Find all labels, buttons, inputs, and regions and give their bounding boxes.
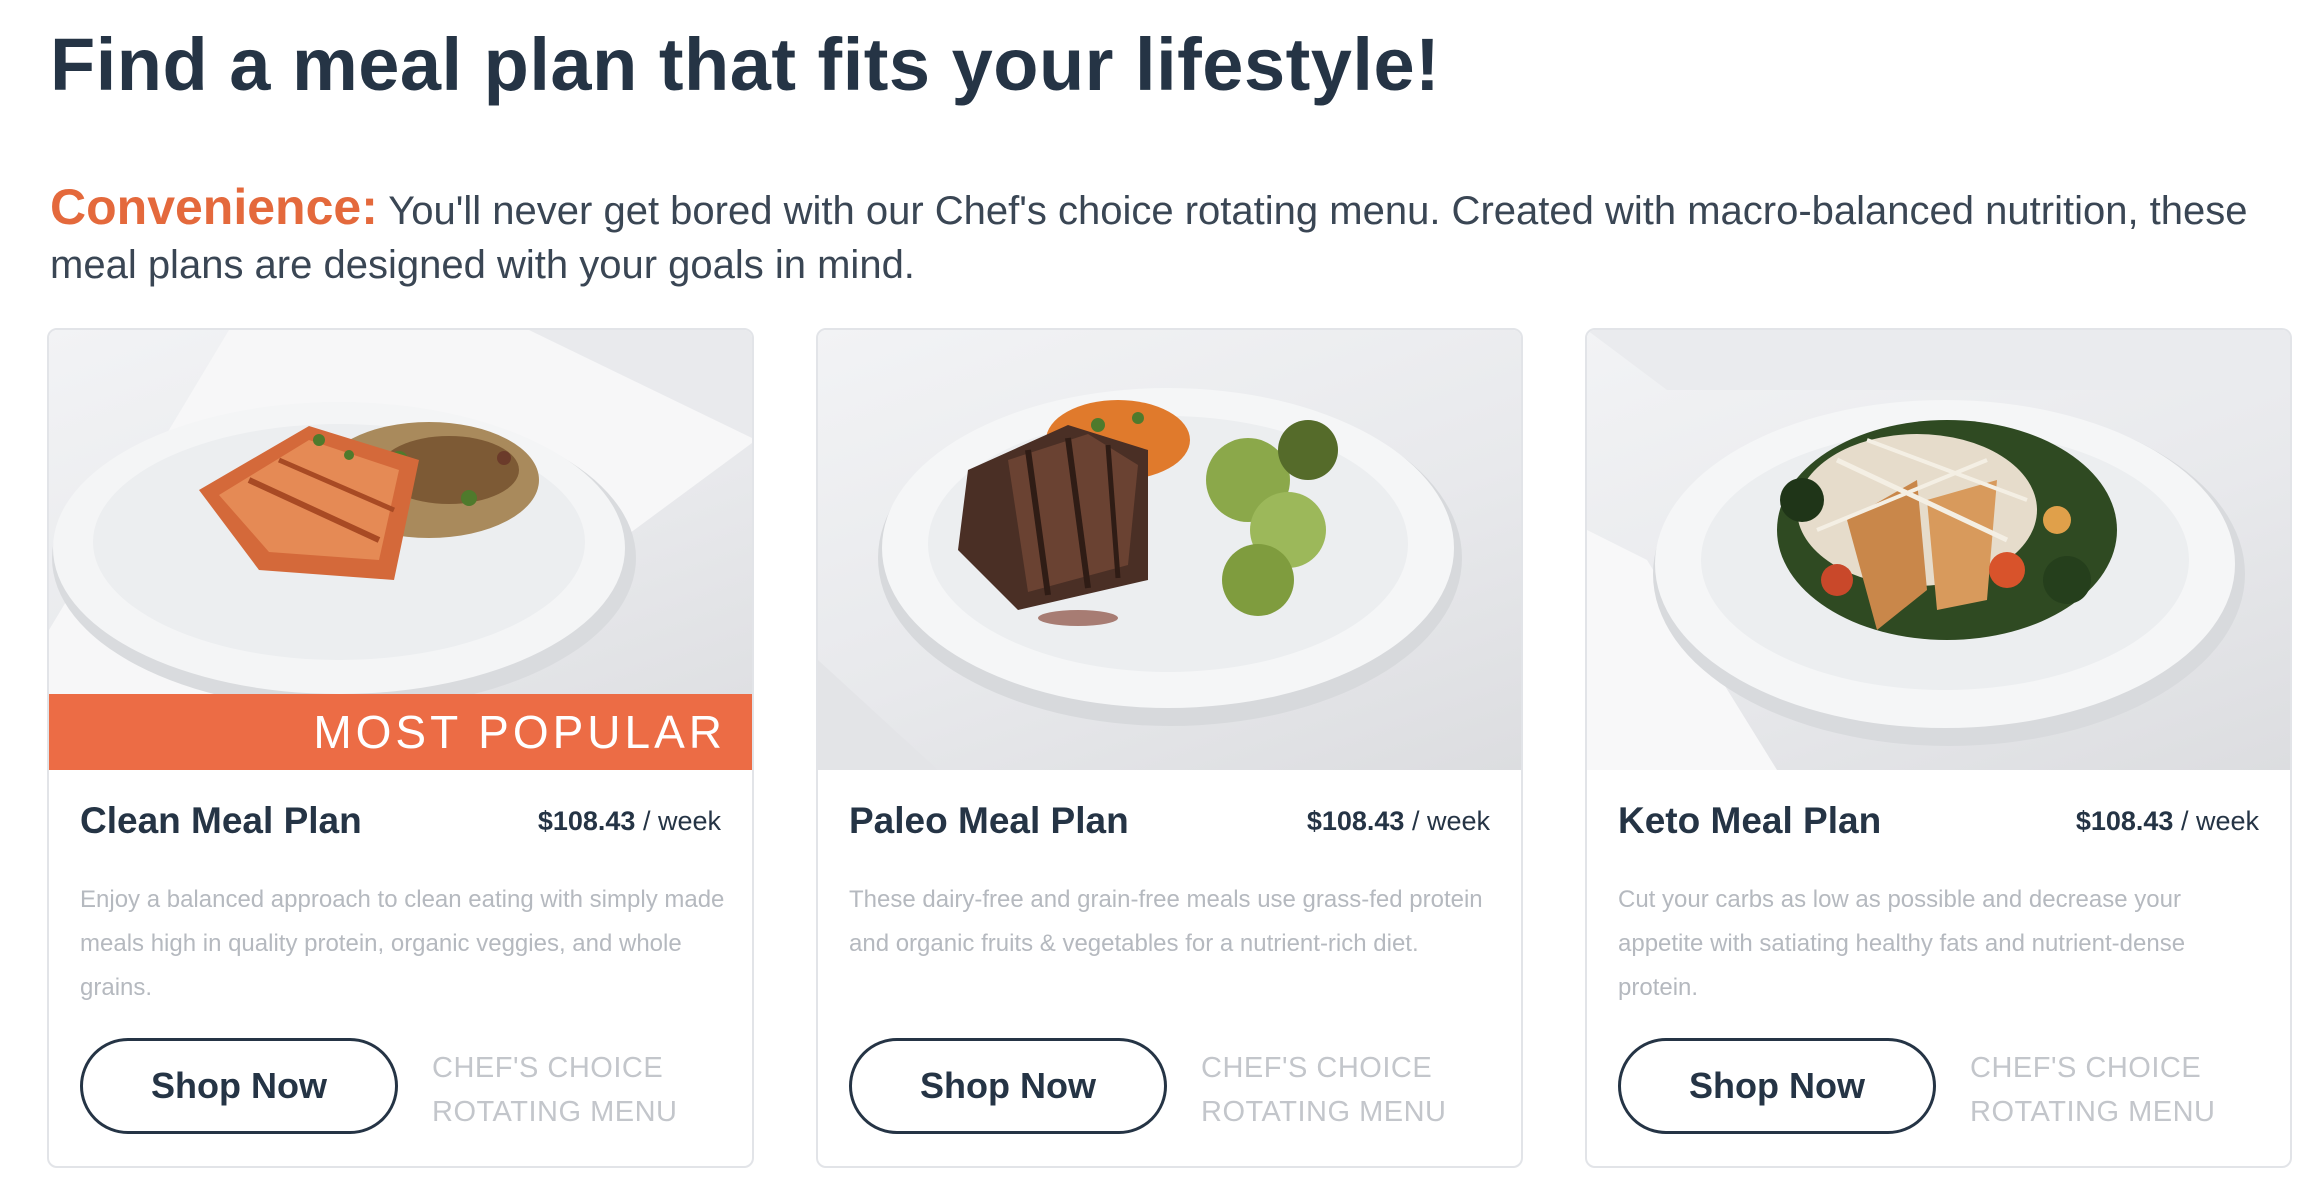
meal-plan-card-keto: Keto Meal Plan $108.43 / week Cut your c… xyxy=(1585,328,2292,1168)
chefs-choice-note: CHEF'S CHOICE ROTATING MENU xyxy=(1970,1052,2216,1128)
page-title: Find a meal plan that fits your lifestyl… xyxy=(50,23,1441,106)
most-popular-ribbon: MOST POPULAR xyxy=(49,694,752,770)
price-unit: / week xyxy=(2173,806,2259,836)
keto-salad-plate-image xyxy=(1587,330,2290,770)
plan-price: $108.43 / week xyxy=(1307,806,1490,837)
shop-now-button-paleo[interactable]: Shop Now xyxy=(849,1038,1167,1134)
price-amount: $108.43 xyxy=(537,806,636,836)
intro-paragraph: Convenience: You'll never get bored with… xyxy=(50,180,2250,292)
price-amount: $108.43 xyxy=(2075,806,2174,836)
chefs-choice-note: CHEF'S CHOICE ROTATING MENU xyxy=(432,1052,678,1128)
plan-description: These dairy-free and grain-free meals us… xyxy=(849,886,1483,957)
chefs-choice-note: CHEF'S CHOICE ROTATING MENU xyxy=(1201,1052,1447,1128)
shop-now-button-keto[interactable]: Shop Now xyxy=(1618,1038,1936,1134)
intro-text: You'll never get bored with our Chef's c… xyxy=(50,189,2248,287)
meal-plan-cards: MOST POPULAR Clean Meal Plan $108.43 / w… xyxy=(47,328,2293,1170)
intro-highlight: Convenience: xyxy=(50,179,378,235)
meal-plan-card-clean: MOST POPULAR Clean Meal Plan $108.43 / w… xyxy=(47,328,754,1168)
plan-price: $108.43 / week xyxy=(2076,806,2259,837)
salmon-plate-image: MOST POPULAR xyxy=(49,330,752,770)
plan-name: Paleo Meal Plan xyxy=(849,800,1129,841)
plan-name: Keto Meal Plan xyxy=(1618,800,1882,841)
price-unit: / week xyxy=(1404,806,1490,836)
plan-description: Cut your carbs as low as possible and de… xyxy=(1618,886,2186,1001)
shop-now-button-clean[interactable]: Shop Now xyxy=(80,1038,398,1134)
plan-price: $108.43 / week xyxy=(538,806,721,837)
steak-plate-image xyxy=(818,330,1521,770)
plan-name: Clean Meal Plan xyxy=(80,800,362,841)
meal-plan-card-paleo: Paleo Meal Plan $108.43 / week These dai… xyxy=(816,328,1523,1168)
plan-description: Enjoy a balanced approach to clean eatin… xyxy=(80,886,725,1001)
price-unit: / week xyxy=(635,806,721,836)
price-amount: $108.43 xyxy=(1306,806,1405,836)
